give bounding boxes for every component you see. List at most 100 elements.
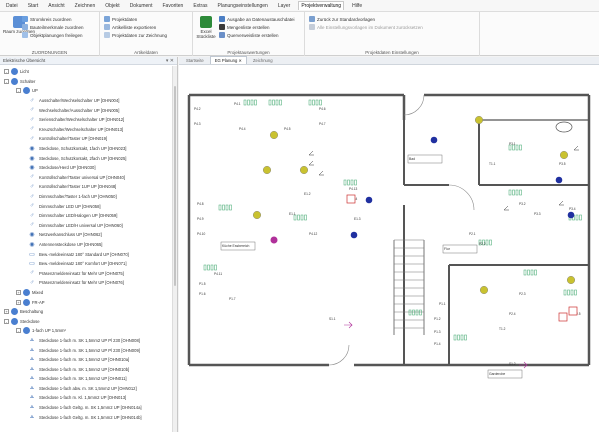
menu-item-planungseinstellungen[interactable]: Planungseinstellungen bbox=[216, 2, 270, 10]
collapse-icon[interactable]: - bbox=[16, 328, 21, 334]
expand-icon[interactable]: + bbox=[16, 289, 21, 295]
menu-item-ansicht[interactable]: Ansicht bbox=[46, 2, 66, 10]
tree-item[interactable]: ⩟ Steckdose 1-fach abw. m. SK 1,5mm2 UP [… bbox=[0, 384, 177, 394]
menu-item-projektverwaltung[interactable]: Projektverwaltung bbox=[298, 1, 345, 10]
collapse-icon[interactable]: - bbox=[4, 318, 9, 324]
tree-item[interactable]: ⩟ Steckdose 1-fach m. SK 1,5mm2 UP [OHN01… bbox=[0, 374, 177, 384]
tree-label: Kontrollschalter/Taster 1UP UP [OHN048] bbox=[39, 184, 117, 190]
panel-scrollbar[interactable] bbox=[172, 66, 177, 432]
tree-folder[interactable]: + Mixed bbox=[0, 288, 177, 298]
tree-item[interactable]: ♂ Kontrollschalter/Taster 1UP UP [OHN048] bbox=[0, 182, 177, 192]
assign-circuit-button[interactable]: Stromkreis zuordnen bbox=[22, 16, 72, 22]
tree-item[interactable]: ♂ Dimmschalter/Taster 1-fach UP [OHN050] bbox=[0, 192, 177, 202]
document-tab[interactable]: Zeichnung bbox=[249, 57, 277, 64]
tree-item[interactable]: ♂ Dimmschalter LED/H universal UP [OHN060… bbox=[0, 221, 177, 231]
wire-terminal bbox=[275, 99, 279, 106]
switch-symbol-icon: ♂ bbox=[29, 279, 35, 286]
tree-folder[interactable]: - Steckdose bbox=[0, 316, 177, 326]
tree-item[interactable]: ◉ Steckdose, Schutzkontakt, 2fach UP [OHN… bbox=[0, 153, 177, 163]
assign-attributes-button[interactable]: Bauteilmerkmale zuordnen bbox=[22, 24, 84, 30]
menu-item-dokument[interactable]: Dokument bbox=[128, 2, 155, 10]
menu-item-favoriten[interactable]: Favoriten bbox=[160, 2, 185, 10]
project-data-button[interactable]: Projektdaten bbox=[104, 16, 137, 22]
tree-label: Kontrollschalter/Taster universal UP [OH… bbox=[39, 174, 126, 180]
collapse-icon[interactable]: - bbox=[4, 78, 9, 84]
menu-item-layer[interactable]: Layer bbox=[276, 2, 293, 10]
reset-all-templates-button[interactable]: Alle Einstellungsvorlagen im Dokument zu… bbox=[309, 24, 423, 30]
tree-folder[interactable]: + Beschaltung bbox=[0, 307, 177, 317]
document-tab[interactable]: Startseite bbox=[182, 57, 208, 64]
scrollbar-thumb[interactable] bbox=[174, 86, 176, 286]
tree-item[interactable]: ♂ Ausschalter/Wechselschalter UP [OHN004] bbox=[0, 96, 177, 106]
drawing-canvas[interactable]: P4.1 P4.2 P4.3 P4.4 P4.5 P4.6 P4.7 P4.8 P4.9 P4.1… bbox=[179, 65, 599, 432]
switch-symbol-icon: ♂ bbox=[29, 135, 35, 142]
tree-item[interactable]: ♂ Kontrollschalter/Taster universal UP [O… bbox=[0, 173, 177, 183]
tree-label: Steckdose, Schutzkontakt, 2fach UP [OHN0… bbox=[39, 155, 127, 161]
tree-item[interactable]: ◉ Steckdose, Schutzkontakt, 1fach UP [OHN… bbox=[0, 144, 177, 154]
expand-icon[interactable]: + bbox=[16, 299, 21, 305]
ribbon-group-einstellungen: Zurück zur Standardvorlagen Alle Einstel… bbox=[305, 12, 480, 56]
wire-terminal bbox=[453, 334, 457, 341]
project-data-label: Projektdaten bbox=[112, 16, 138, 22]
menu-item-datei[interactable]: Datei bbox=[4, 2, 20, 10]
tree-item[interactable]: ▭ Bew.-meldeeinsatz 180° Standard UP [OHN… bbox=[0, 249, 177, 259]
menu-item-hilfe[interactable]: Hilfe bbox=[350, 2, 364, 10]
tree-folder[interactable]: - Licht bbox=[0, 67, 177, 77]
tree-item[interactable]: ♂ Dimmschalter LED/Halogen UP [OHN059] bbox=[0, 211, 177, 221]
tree-folder[interactable]: + FR-AP bbox=[0, 297, 177, 307]
menu-item-start[interactable]: Start bbox=[26, 2, 41, 10]
tree-item[interactable]: ⩟ Steckdose 1-fach m. SK 1,5mm2 UP Pl 230… bbox=[0, 336, 177, 346]
wire-terminal bbox=[567, 289, 570, 296]
expand-icon[interactable]: + bbox=[4, 309, 9, 315]
tree-item[interactable]: ⩟ Steckdose 1-fach m. Kl. 1,5mm2 UP [OHN0… bbox=[0, 393, 177, 403]
collapse-icon[interactable]: - bbox=[4, 69, 9, 75]
expose-objects-button[interactable]: Objektplanungen freilegen bbox=[22, 32, 83, 38]
tree-item[interactable]: ◉ Antennensteckdose UP [OHN065] bbox=[0, 240, 177, 250]
tree-item[interactable]: ⩟ Steckdose 1-fach m. SK 1,5mm2 UP [OHN01… bbox=[0, 364, 177, 374]
wire-terminal bbox=[207, 264, 210, 271]
export-icon bbox=[104, 24, 110, 30]
reset-templates-button[interactable]: Zurück zur Standardvorlagen bbox=[309, 16, 375, 22]
floor-plan[interactable]: P4.1 P4.2 P4.3 P4.4 P4.5 P4.6 P4.7 P4.8 P4.9 P4.1… bbox=[179, 65, 599, 432]
folder-icon bbox=[23, 87, 30, 95]
connection-arrow-icon bbox=[519, 361, 528, 369]
quantity-list-button[interactable]: Mengenliste erstellen bbox=[219, 24, 270, 30]
tree-item[interactable]: ◉ Steckdose/Herd UP [OHN030] bbox=[0, 163, 177, 173]
cross-reference-button[interactable]: Querverweisliste erstellen bbox=[219, 32, 279, 38]
switch-symbol bbox=[318, 170, 324, 176]
tree-item[interactable]: ▭ Bew.-meldeeinsatz 180° Komfort UP [OHN0… bbox=[0, 259, 177, 269]
tree-item[interactable]: ♂ Präsenzmeldereinsatz für Mehr UP [OHN07… bbox=[0, 278, 177, 288]
close-icon[interactable]: ▾ ✕ bbox=[166, 58, 174, 64]
tree-folder[interactable]: - UP bbox=[0, 86, 177, 96]
wire-terminal bbox=[300, 214, 304, 221]
tree-item[interactable]: ⩟ Steckdose 1-fach m. SK 1,5mm2 UP [OHN01… bbox=[0, 355, 177, 365]
wire-terminal bbox=[419, 309, 422, 316]
tree-item[interactable]: ♂ Kreuzschalter/Wechselschalter UP [OHN01… bbox=[0, 125, 177, 135]
menu-item-objekt[interactable]: Objekt bbox=[103, 2, 121, 10]
wire-terminal bbox=[457, 334, 460, 341]
tree-item[interactable]: ⩟ Steckdose 1-fach Geltg. m. SK 1,5mm2 UP… bbox=[0, 412, 177, 422]
light-symbol bbox=[475, 116, 484, 125]
tree-item[interactable]: ⩟ Steckdose 1-fach m. SK 1,5mm2 UP Pl 230… bbox=[0, 345, 177, 355]
tree-item[interactable]: ♂ Serienschalter/Wechselschalter UP [OHN0… bbox=[0, 115, 177, 125]
tree-label: Schalter bbox=[20, 78, 36, 84]
collapse-icon[interactable]: - bbox=[16, 88, 21, 94]
project-to-drawing-button[interactable]: Projektdaten zur Zeichnung bbox=[104, 32, 167, 38]
tree-item[interactable]: ♂ Wechselschalter/Ausschalter UP [OHN005] bbox=[0, 105, 177, 115]
wire-terminal bbox=[530, 269, 534, 276]
export-exchange-button[interactable]: Ausgabe an Datenaustauschdatei bbox=[219, 16, 295, 22]
tree-item[interactable]: ◉ Netzwerkanschluss UP [OHN062] bbox=[0, 230, 177, 240]
assign-attributes-label: Bauteilmerkmale zuordnen bbox=[30, 24, 84, 30]
wire-terminal bbox=[408, 309, 412, 316]
tree-item[interactable]: ♂ Dimmschalter LED UP [OHN058] bbox=[0, 201, 177, 211]
tree-item[interactable]: ♂ Kontrollschalter/Taster UP [OHN019] bbox=[0, 134, 177, 144]
menu-item-zeichnen[interactable]: Zeichnen bbox=[73, 2, 98, 10]
tree-folder[interactable]: - Schalter bbox=[0, 77, 177, 87]
tree-folder[interactable]: - 1-fach UP 1,5mm² bbox=[0, 326, 177, 336]
tree-item[interactable]: ⩟ Steckdose 1-fach Geltg. m. SK 1,5mm2 UP… bbox=[0, 403, 177, 413]
export-articles-button[interactable]: Artikelliste exportieren bbox=[104, 24, 156, 30]
excel-parts-list-button[interactable]: Excel Stückliste bbox=[196, 16, 216, 39]
tree-item[interactable]: ♂ Präsenzmeldereinsatz für Mehr UP [OHN07… bbox=[0, 268, 177, 278]
document-tab[interactable]: EG Planung ✕ bbox=[209, 56, 247, 64]
menu-item-extras[interactable]: Extras bbox=[191, 2, 209, 10]
